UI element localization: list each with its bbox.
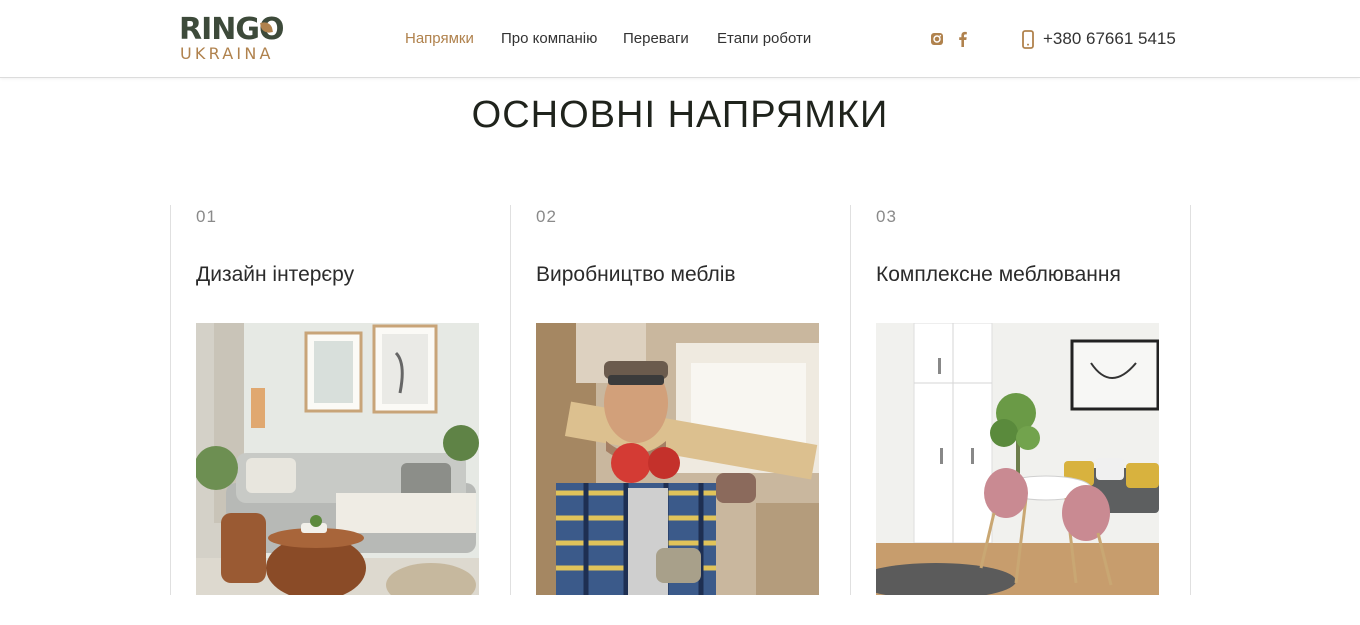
mobile-phone-icon (1022, 30, 1034, 49)
company-logo[interactable]: RINGO UKRAINA (179, 14, 289, 66)
direction-card[interactable]: 03 Комплексне меблювання (850, 205, 1191, 595)
living-room-interior-photo[interactable] (196, 323, 479, 595)
direction-card[interactable]: 02 Виробництво меблів (510, 205, 850, 595)
card-number: 01 (196, 207, 217, 226)
facebook-icon[interactable] (955, 30, 971, 48)
phone-number-link[interactable]: +380 67661 5415 (1043, 29, 1176, 49)
nav-item-directions[interactable]: Напрямки (405, 30, 474, 48)
card-title[interactable]: Виробництво меблів (536, 263, 736, 287)
card-title[interactable]: Комплексне меблювання (876, 263, 1121, 287)
section-title: ОСНОВНІ НАПРЯМКИ (471, 94, 889, 136)
logo-subtitle: UKRAINA (180, 44, 274, 63)
card-number: 03 (876, 207, 897, 226)
card-number: 02 (536, 207, 557, 226)
carpenter-with-wood-photo[interactable] (536, 323, 819, 595)
nav-item-advantages[interactable]: Переваги (623, 30, 689, 48)
card-title[interactable]: Дизайн інтерєру (196, 263, 354, 287)
instagram-icon[interactable] (929, 30, 945, 48)
nav-item-about[interactable]: Про компанію (501, 30, 597, 48)
site-header: RINGO UKRAINA Напрямки Про компанію Пере… (0, 0, 1360, 78)
nav-item-work-stages[interactable]: Етапи роботи (717, 30, 811, 48)
direction-card[interactable]: 01 Дизайн інтерєру (170, 205, 510, 595)
furnished-dining-corner-photo[interactable] (876, 323, 1159, 595)
